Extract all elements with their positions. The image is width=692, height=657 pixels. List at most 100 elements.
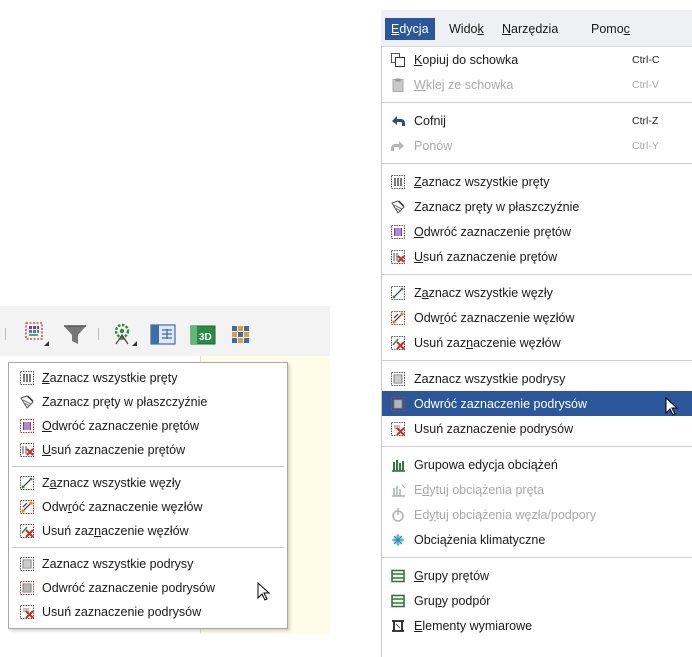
dropdown-item-zaznacz-pręty-w-płaszczyźnie[interactable]: Zaznacz pręty w płaszczyźnie bbox=[9, 390, 287, 414]
menubar-edycja[interactable]: Edycja bbox=[385, 18, 435, 40]
menu-item-kopiuj-do-schowka[interactable]: Kopiuj do schowka Ctrl-C bbox=[382, 47, 692, 72]
menu-item-zaznacz-wszystkie-pręty[interactable]: Zaznacz wszystkie pręty bbox=[382, 169, 692, 194]
select-all-bars-icon bbox=[20, 371, 34, 385]
menubar-narzędzia[interactable]: Narzędzia bbox=[496, 18, 564, 40]
menu-separator bbox=[382, 274, 692, 275]
menu-item-label: Odwróć zaznaczenie węzłów bbox=[414, 311, 575, 325]
structure-settings-button[interactable] bbox=[110, 320, 140, 350]
access-key-letter: U bbox=[414, 249, 424, 264]
access-key-letter: a bbox=[421, 285, 429, 300]
filter-button[interactable] bbox=[60, 320, 90, 350]
filter-funnel-icon bbox=[64, 325, 86, 344]
menu-item-label: Odwróć zaznaczenie podrysów bbox=[42, 581, 215, 595]
menu-item-zaznacz-wszystkie-węzły[interactable]: Zaznacz wszystkie węzły bbox=[382, 280, 692, 305]
color-grid-icon bbox=[232, 326, 249, 343]
menu-item-label: Wklej ze schowka bbox=[414, 78, 513, 92]
menu-item-grupowa-edycja-obciążeń[interactable]: Grupowa edycja obciążeń bbox=[382, 452, 692, 477]
menu-item-zaznacz-pręty-w-płaszczyźnie[interactable]: Zaznacz pręty w płaszczyźnie bbox=[382, 194, 692, 219]
dropdown-item-odwróć-zaznaczenie-węzłów[interactable]: Odwróć zaznaczenie węzłów bbox=[9, 495, 287, 519]
dropdown-item-usuń-zaznaczenie-podrysów[interactable]: Usuń zaznaczenie podrysów bbox=[9, 600, 287, 624]
label-text: lementy wymiarowe bbox=[422, 618, 533, 633]
select-dropdown-button[interactable] bbox=[22, 320, 52, 350]
invert-nodes-icon bbox=[391, 310, 405, 325]
menu-item-label: Odwróć zaznaczenie prętów bbox=[414, 225, 571, 239]
menu-separator bbox=[382, 446, 692, 447]
access-key-letter: a bbox=[49, 476, 57, 490]
access-key-letter: U bbox=[42, 443, 52, 457]
menu-item-zaznacz-wszystkie-podrysy[interactable]: Zaznacz wszystkie podrysy bbox=[382, 366, 692, 391]
menu-item-usuń-zaznaczenie-prętów[interactable]: Usuń zaznaczenie prętów bbox=[382, 244, 692, 269]
label-text: Usuń zaznaczenie podrysów bbox=[414, 421, 574, 436]
menu-item-odwróć-zaznaczenie-węzłów[interactable]: Odwróć zaznaczenie węzłów bbox=[382, 305, 692, 330]
label-text: rupy prętów bbox=[423, 568, 490, 583]
dropdown-item-odwróć-zaznaczenie-podrysów[interactable]: Odwróć zaznaczenie podrysów bbox=[9, 576, 287, 601]
label-text: Grupowa edycja obciążeń bbox=[414, 457, 558, 472]
label-text: Gru bbox=[414, 593, 435, 608]
menu-item-elementy-wymiarowe[interactable]: Elementy wymiarowe bbox=[382, 613, 692, 638]
select-bars-plane-icon bbox=[20, 395, 34, 409]
menu-item-usuń-zaznaczenie-podrysów[interactable]: Usuń zaznaczenie podrysów bbox=[382, 416, 692, 441]
clear-bars-icon bbox=[20, 443, 34, 457]
menu-item-cofnij[interactable]: Cofnij Ctrl-Z bbox=[382, 108, 692, 133]
dropdown-item-zaznacz-wszystkie-pręty[interactable]: Zaznacz wszystkie pręty bbox=[9, 366, 287, 390]
shortcut-label: Ctrl-Y bbox=[632, 139, 659, 152]
shortcut-label: Ctrl-Z bbox=[632, 114, 659, 127]
label-text: Ed bbox=[414, 507, 430, 522]
menubar-widok[interactable]: Widok bbox=[443, 18, 490, 40]
dropdown-item-zaznacz-wszystkie-podrysy[interactable]: Zaznacz wszystkie podrysy bbox=[9, 552, 287, 576]
menu-item-label: Usuń zaznaczenie prętów bbox=[414, 250, 557, 264]
clear-bars-icon bbox=[391, 249, 405, 264]
dropdown-item-usuń-zaznaczenie-węzłów[interactable]: Usuń zaznaczenie węzłów bbox=[9, 519, 287, 543]
label-text: znacz wszystkie węzły bbox=[428, 285, 553, 300]
label-text: aczenie węzłów bbox=[473, 335, 561, 350]
menu-item-label: Zaznacz wszystkie węzły bbox=[414, 286, 553, 300]
label-text: Usuń zaz bbox=[42, 524, 95, 538]
view-3d-button[interactable]: 3D bbox=[188, 320, 218, 350]
shortcut-label: Ctrl-C bbox=[632, 53, 660, 66]
label-text: ytuj obciążenia pręta bbox=[429, 482, 544, 497]
shortcut-label: Ctrl-V bbox=[632, 78, 659, 91]
clear-sublayers-icon bbox=[20, 605, 34, 619]
label-text: Usuń zaz bbox=[414, 335, 467, 350]
select-bars-plane-icon bbox=[391, 199, 405, 214]
menu-item-label: Zaznacz wszystkie pręty bbox=[42, 371, 177, 385]
menu-item-odwróć-zaznaczenie-podrysów[interactable]: Odwróć zaznaczenie podrysów bbox=[382, 391, 692, 416]
menu-item-grupy-podpór[interactable]: Grupy podpór bbox=[382, 588, 692, 613]
menu-item-grupy-prętów[interactable]: Grupy prętów bbox=[382, 563, 692, 588]
dropdown-item-usuń-zaznaczenie-prętów[interactable]: Usuń zaznaczenie prętów bbox=[9, 438, 287, 462]
select-dropdown-menu: Zaznacz wszystkie pręty Zaznacz pręty w p… bbox=[8, 362, 288, 629]
menu-item-label: Usuń zaznaczenie węzłów bbox=[42, 524, 189, 538]
color-grid-button[interactable] bbox=[226, 320, 256, 350]
select-all-sublayers-icon bbox=[20, 557, 34, 571]
menu-item-label: Grupy prętów bbox=[414, 569, 489, 583]
clear-nodes-icon bbox=[391, 335, 405, 350]
panel-view-button[interactable] bbox=[148, 320, 178, 350]
menu-item-usuń-zaznaczenie-węzłów[interactable]: Usuń zaznaczenie węzłów bbox=[382, 330, 692, 355]
dropdown-item-odwróć-zaznaczenie-prętów[interactable]: Odwróć zaznaczenie prętów bbox=[9, 414, 287, 438]
label-text: y podpór bbox=[441, 593, 491, 608]
label-text: dycja bbox=[399, 22, 429, 36]
menu-item-odwróć-zaznaczenie-prętów[interactable]: Odwróć zaznaczenie prętów bbox=[382, 219, 692, 244]
panel-view-icon bbox=[150, 324, 176, 345]
menu-item-label: Zaznacz wszystkie podrysy bbox=[414, 372, 565, 386]
menubar-pomoc[interactable]: Pomoc bbox=[585, 18, 636, 40]
label-text: Zaznacz pręty w płaszczyźnie bbox=[42, 395, 208, 409]
menu-item-obciążenia-klimatyczne[interactable]: Obciążenia klimatyczne bbox=[382, 527, 692, 552]
access-key-letter: k bbox=[477, 22, 484, 36]
access-key-letter: Z bbox=[42, 371, 50, 385]
menu-item-label: Zaznacz wszystkie pręty bbox=[414, 175, 549, 189]
menu-item-label: Odwróć zaznaczenie podrysów bbox=[414, 397, 587, 411]
label-text: Usuń zaznaczenie podrysów bbox=[42, 605, 202, 619]
label-text: Odwróć zaznaczenie podrysów bbox=[42, 581, 215, 595]
label-text: óć zaznaczenie węzłów bbox=[443, 310, 575, 325]
label-text: óć zaznaczenie węzłów bbox=[71, 500, 203, 514]
menu-item-label: Pomoc bbox=[591, 22, 630, 36]
paste-icon bbox=[392, 78, 404, 92]
label-text: klej ze schowka bbox=[425, 77, 514, 92]
menu-separator bbox=[382, 163, 692, 164]
access-key-letter: O bbox=[42, 419, 52, 433]
dropdown-item-zaznacz-wszystkie-węzły[interactable]: Zaznacz wszystkie węzły bbox=[9, 471, 287, 495]
menu-separator bbox=[12, 466, 284, 467]
label-text: aznacz wszystkie pręty bbox=[49, 371, 178, 385]
support-groups-icon bbox=[391, 594, 405, 607]
